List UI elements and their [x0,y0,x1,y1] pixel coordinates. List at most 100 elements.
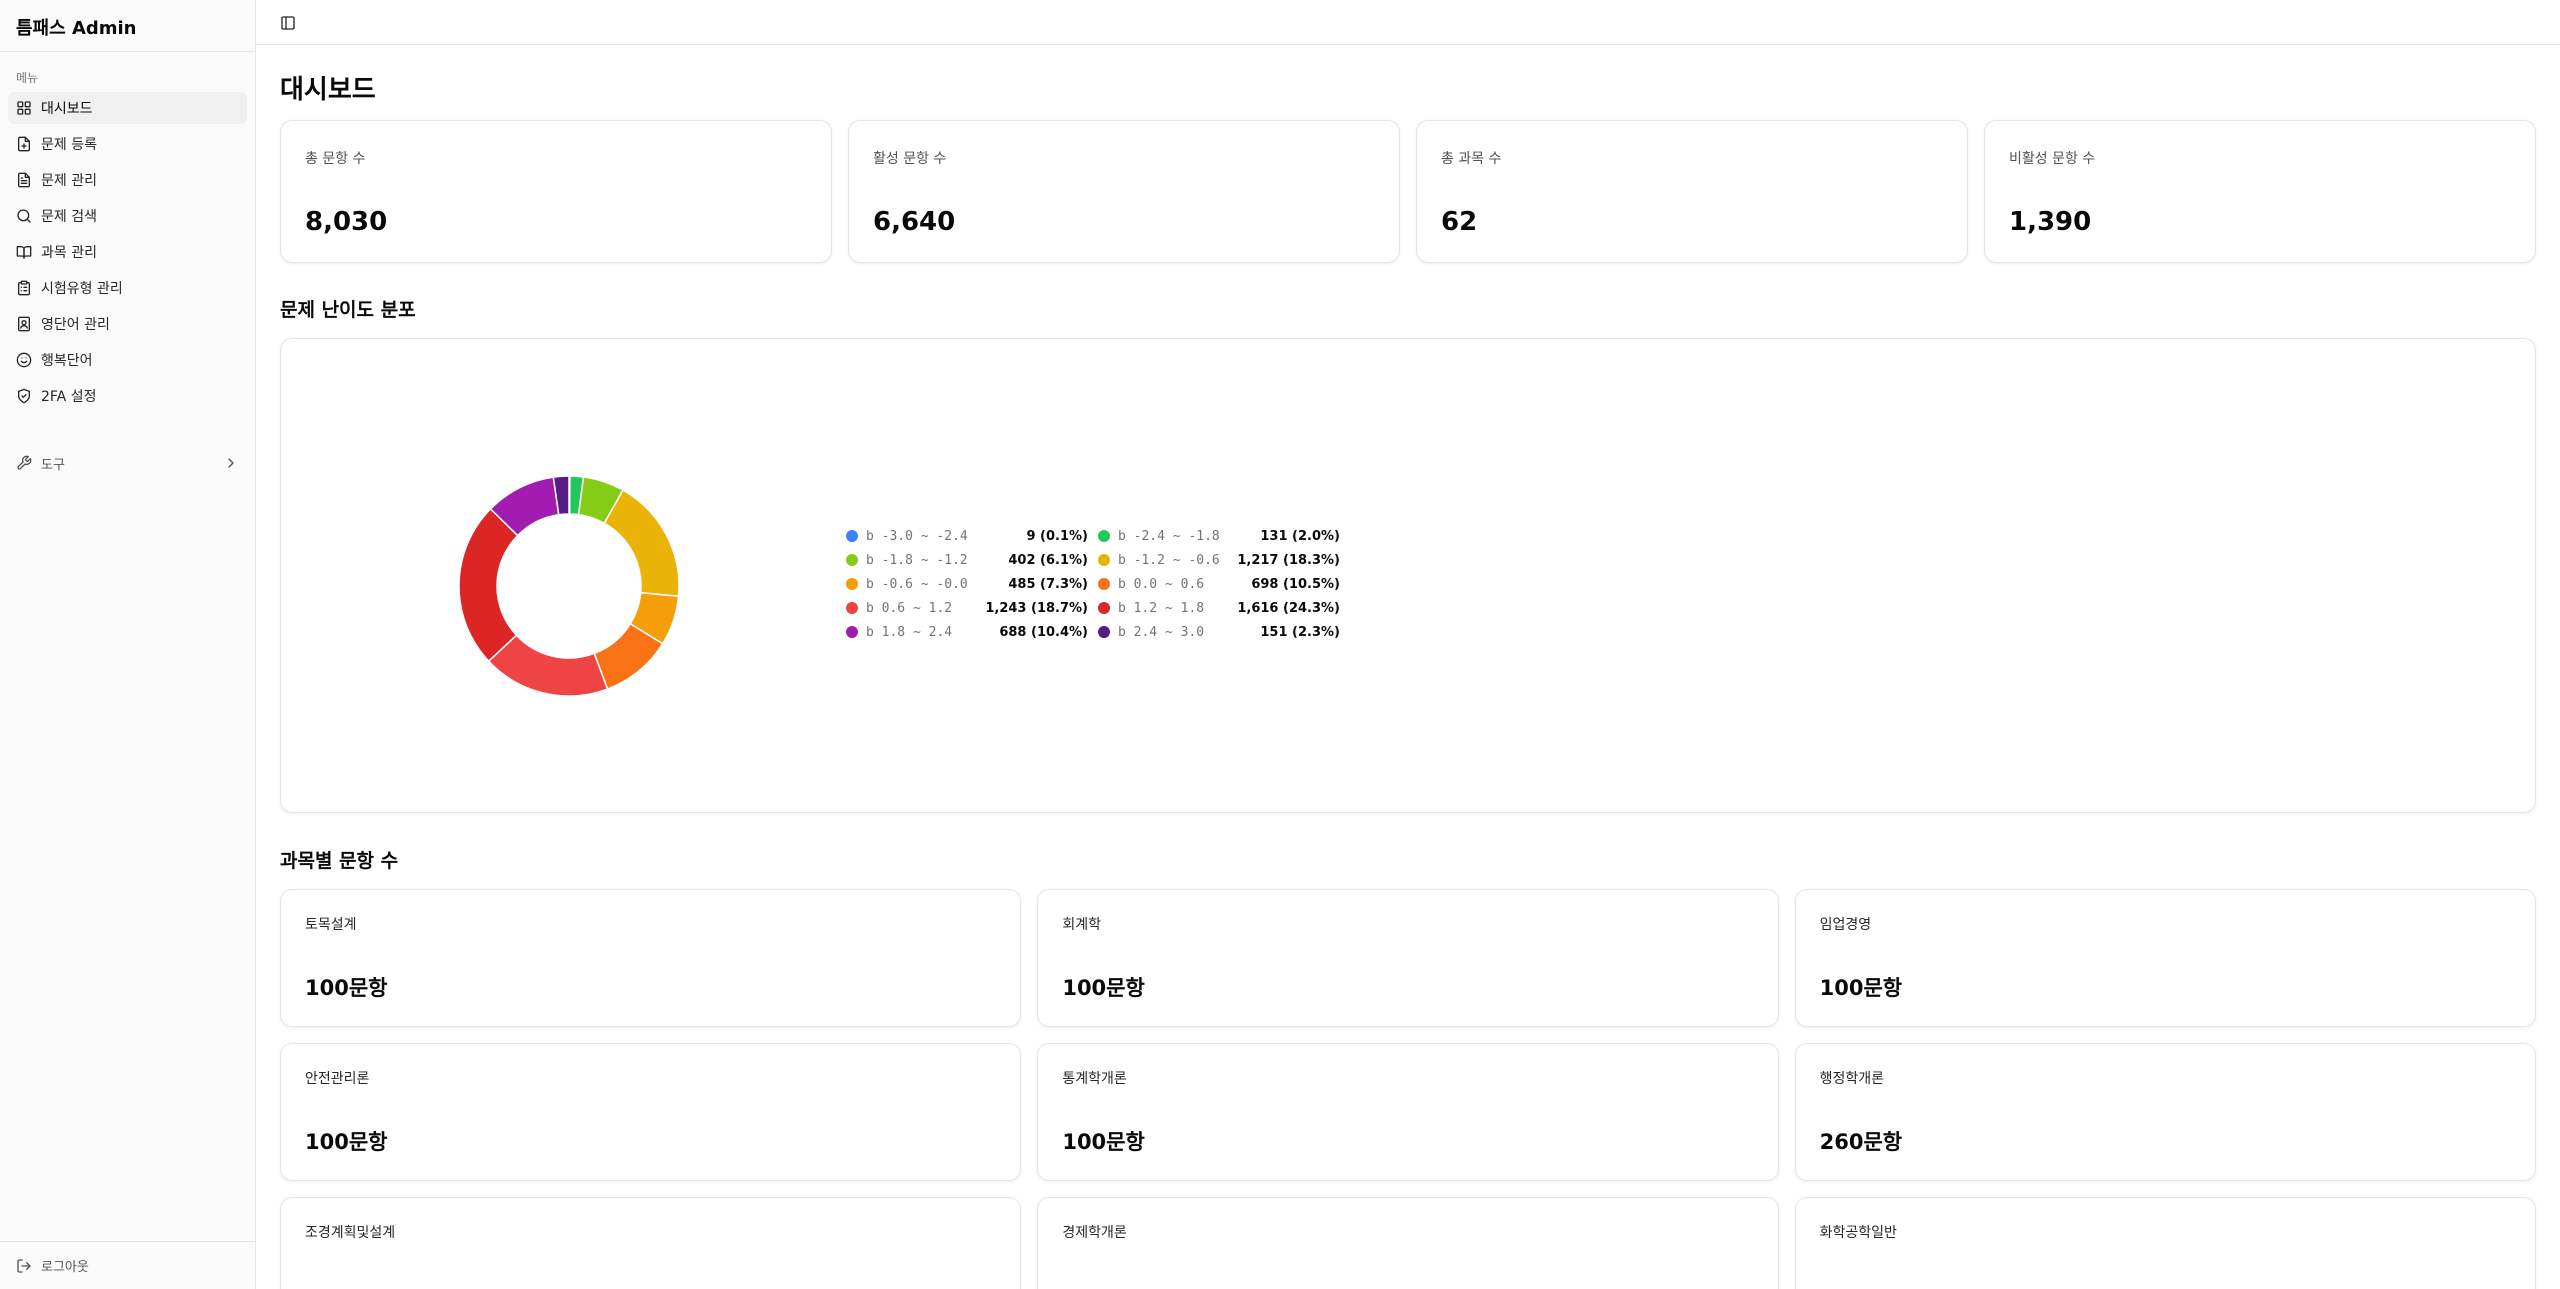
sidebar-item-label: 행복단어 [41,353,93,369]
stat-value: 62 [1441,207,1478,237]
legend-value: 1,243 (18.7%) [985,600,1088,616]
main-content: 대시보드 총 문항 수 8,030 활성 문항 수 6,640 총 과목 수 6… [280,45,2536,1289]
legend-item: b -1.8 ~ -1.2 402 (6.1%) [846,552,1098,568]
sidebar-item-2fa-settings[interactable]: 2FA 설정 [8,380,247,412]
legend-value: 485 (7.3%) [1008,576,1088,592]
sidebar-item-question-search[interactable]: 문제 검색 [8,200,247,232]
sidebar-nav: 대시보드 문제 등록 문제 관리 문제 검색 과목 관리 시험유형 관리 영단어… [0,92,255,412]
sidebar-item-label: 문제 관리 [41,173,97,189]
logout-label: 로그아웃 [41,1260,89,1275]
stat-value: 8,030 [305,207,388,237]
legend-value: 402 (6.1%) [1008,552,1088,568]
subject-name: 임업경영 [1819,917,1872,933]
legend-range: b 1.2 ~ 1.8 [1118,600,1205,616]
sidebar-item-vocabulary-manage[interactable]: 영단어 관리 [8,308,247,340]
legend-color-dot [846,626,858,638]
file-plus-icon [16,136,32,152]
menu-caption: 메뉴 [16,71,39,85]
shield-check-icon [16,388,32,404]
subject-name: 경제학개론 [1062,1225,1127,1241]
layout-grid-icon [16,100,32,116]
sidebar-item-happy-words[interactable]: 행복단어 [8,344,247,376]
subject-count: 260문항 [1819,1130,1903,1154]
stat-label: 총 문항 수 [305,151,366,167]
legend-color-dot [1098,530,1110,542]
difficulty-donut-chart [458,475,680,697]
tools-group-toggle[interactable]: 도구 [8,448,247,478]
legend-range: b 0.6 ~ 1.2 [866,600,953,616]
stat-card-total-questions: 총 문항 수 8,030 [280,120,832,263]
legend-color-dot [1098,578,1110,590]
difficulty-legend: b -3.0 ~ -2.4 9 (0.1%) b -2.4 ~ -1.8 131 (2… [846,528,1350,640]
legend-color-dot [846,602,858,614]
subject-card: 통계학개론 100문항 [1037,1043,1779,1181]
donut-slice[interactable] [458,507,519,663]
legend-item: b 0.0 ~ 0.6 698 (10.5%) [1098,576,1350,592]
legend-item: b 1.8 ~ 2.4 688 (10.4%) [846,624,1098,640]
sidebar-item-label: 과목 관리 [41,245,97,261]
sidebar-item-label: 대시보드 [41,101,93,117]
subject-card: 회계학 100문항 [1037,889,1779,1027]
legend-range: b 0.0 ~ 0.6 [1118,576,1205,592]
sidebar-item-exam-type-manage[interactable]: 시험유형 관리 [8,272,247,304]
subject-count: 100문항 [305,1130,388,1154]
legend-color-dot [1098,626,1110,638]
file-text-icon [16,172,32,188]
top-bar [256,0,2560,45]
legend-color-dot [1098,602,1110,614]
legend-color-dot [1098,554,1110,566]
legend-value: 1,616 (24.3%) [1237,600,1340,616]
legend-range: b 2.4 ~ 3.0 [1118,624,1205,640]
subject-name: 안전관리론 [305,1071,370,1087]
legend-color-dot [846,554,858,566]
subject-card: 화학공학일반 [1794,1197,2536,1289]
contact-book-icon [16,316,32,332]
legend-range: b -2.4 ~ -1.8 [1118,528,1220,544]
smile-icon [16,352,32,368]
subject-card: 임업경영 100문항 [1794,889,2536,1027]
sidebar-item-label: 문제 등록 [41,137,97,153]
logout-button[interactable]: 로그아웃 [0,1241,255,1289]
legend-value: 9 (0.1%) [1026,528,1088,544]
subject-cards: 토목설계 100문항 회계학 100문항 임업경영 100문항 안전관리론 100문항 통계학개… [280,889,2536,1289]
subject-name: 통계학개론 [1062,1071,1127,1087]
stat-card-total-subjects: 총 과목 수 62 [1416,120,1968,263]
legend-item: b -0.6 ~ -0.0 485 (7.3%) [846,576,1098,592]
sidebar-item-dashboard[interactable]: 대시보드 [8,92,247,124]
stat-card-inactive-questions: 비활성 문항 수 1,390 [1984,120,2536,263]
sidebar-item-subject-manage[interactable]: 과목 관리 [8,236,247,268]
legend-item: b 2.4 ~ 3.0 151 (2.3%) [1098,624,1350,640]
legend-range: b -0.6 ~ -0.0 [866,576,968,592]
difficulty-chart-card: b -3.0 ~ -2.4 9 (0.1%) b -2.4 ~ -1.8 131 (2… [280,338,2536,813]
subject-name: 화학공학일반 [1819,1225,1897,1241]
log-out-icon [16,1258,32,1274]
page-title: 대시보드 [280,75,376,105]
stat-card-active-questions: 활성 문항 수 6,640 [848,120,1400,263]
legend-value: 151 (2.3%) [1260,624,1340,640]
subject-count: 100문항 [1819,976,1903,1000]
sidebar-item-label: 문제 검색 [41,209,97,225]
app-title: 틈패스 Admin [0,0,255,52]
search-icon [16,208,32,224]
wrench-icon [16,455,32,471]
donut-slice[interactable] [603,489,680,598]
panel-left-icon [280,15,296,31]
sidebar-item-label: 영단어 관리 [41,317,110,333]
subject-card: 행정학개론 260문항 [1794,1043,2536,1181]
sidebar-item-question-register[interactable]: 문제 등록 [8,128,247,160]
legend-color-dot [846,530,858,542]
clipboard-list-icon [16,280,32,296]
stat-value: 1,390 [2009,207,2092,237]
stat-label: 비활성 문항 수 [2009,151,2096,167]
sidebar-item-question-manage[interactable]: 문제 관리 [8,164,247,196]
subject-card: 안전관리론 100문항 [280,1043,1022,1181]
subject-count: 100문항 [1062,976,1145,1000]
subject-name: 행정학개론 [1819,1071,1885,1087]
legend-range: b -3.0 ~ -2.4 [866,528,968,544]
subject-name: 토목설계 [305,917,357,933]
legend-item: b -1.2 ~ -0.6 1,217 (18.3%) [1098,552,1350,568]
subject-count: 100문항 [1062,1130,1145,1154]
sidebar-toggle-button[interactable] [276,11,300,35]
stat-cards: 총 문항 수 8,030 활성 문항 수 6,640 총 과목 수 62 비활성… [280,120,2536,263]
subjects-section-title: 과목별 문항 수 [280,850,399,872]
